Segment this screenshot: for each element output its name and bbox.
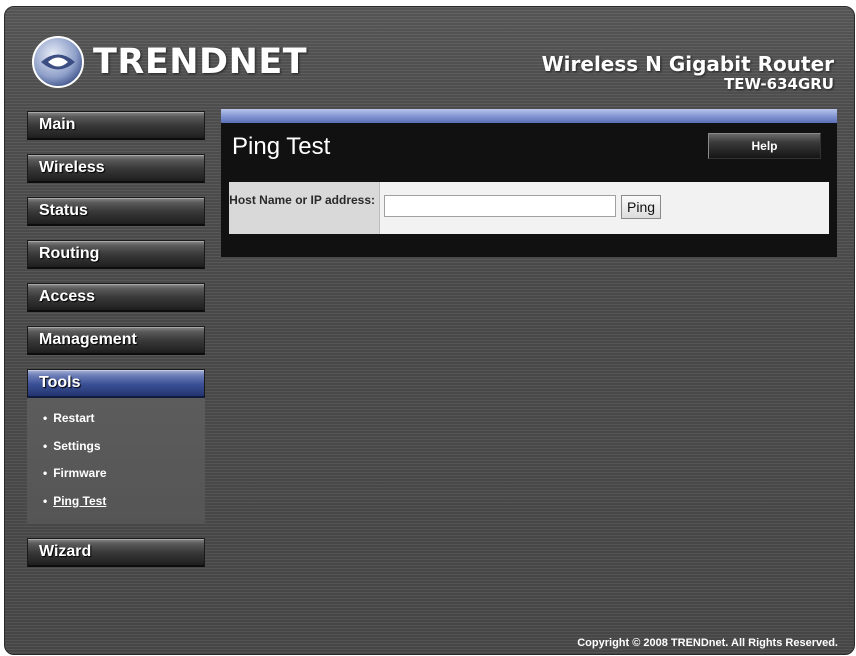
help-button[interactable]: Help	[708, 133, 821, 159]
bullet-icon: •	[43, 466, 48, 480]
host-input[interactable]	[384, 195, 616, 217]
bullet-icon: •	[43, 493, 48, 508]
bullet-icon: •	[43, 438, 48, 453]
page-title: Ping Test	[232, 133, 331, 160]
logo-text: TRENDNET	[93, 42, 308, 82]
host-field-cell: Ping	[380, 182, 829, 234]
nav-status[interactable]: Status	[27, 197, 205, 226]
submenu-item-label: Settings	[53, 438, 101, 453]
copyright-text: Copyright © 2008 TRENDnet. All Rights Re…	[577, 637, 838, 649]
sidebar-nav: Main Wireless Status Routing Access Mana…	[27, 111, 205, 581]
tools-submenu: • Restart • Settings • Firmware • Ping Test	[27, 398, 205, 524]
bullet-icon: •	[43, 411, 48, 425]
submenu-item-ping-test[interactable]: • Ping Test	[27, 493, 205, 521]
nav-wizard[interactable]: Wizard	[27, 538, 205, 567]
submenu-item-label: Restart	[53, 411, 95, 425]
submenu-item-settings[interactable]: • Settings	[27, 438, 205, 466]
product-model: TEW-634GRU	[724, 75, 834, 93]
ping-test-panel: Ping Test Help Host Name or IP address: …	[221, 109, 837, 257]
submenu-item-firmware[interactable]: • Firmware	[27, 465, 205, 493]
submenu-item-label: Firmware	[53, 466, 107, 480]
panel-header-bar	[221, 109, 837, 123]
nav-wireless[interactable]: Wireless	[27, 154, 205, 183]
product-name: Wireless N Gigabit Router	[541, 52, 834, 76]
nav-management[interactable]: Management	[27, 326, 205, 355]
nav-main[interactable]: Main	[27, 111, 205, 140]
ping-button[interactable]: Ping	[621, 195, 662, 219]
host-form-row: Host Name or IP address: Ping	[229, 182, 829, 234]
nav-tools[interactable]: Tools	[27, 369, 205, 398]
host-field-label: Host Name or IP address:	[229, 182, 380, 234]
nav-routing[interactable]: Routing	[27, 240, 205, 269]
nav-access[interactable]: Access	[27, 283, 205, 312]
submenu-item-restart[interactable]: • Restart	[27, 410, 205, 438]
router-admin-page: TRENDNET Wireless N Gigabit Router TEW-6…	[4, 6, 855, 655]
submenu-item-label: Ping Test	[53, 493, 107, 508]
trendnet-logo: TRENDNET	[31, 33, 307, 91]
product-info: Wireless N Gigabit Router TEW-634GRU	[542, 53, 834, 93]
trendnet-logo-icon	[32, 36, 84, 88]
